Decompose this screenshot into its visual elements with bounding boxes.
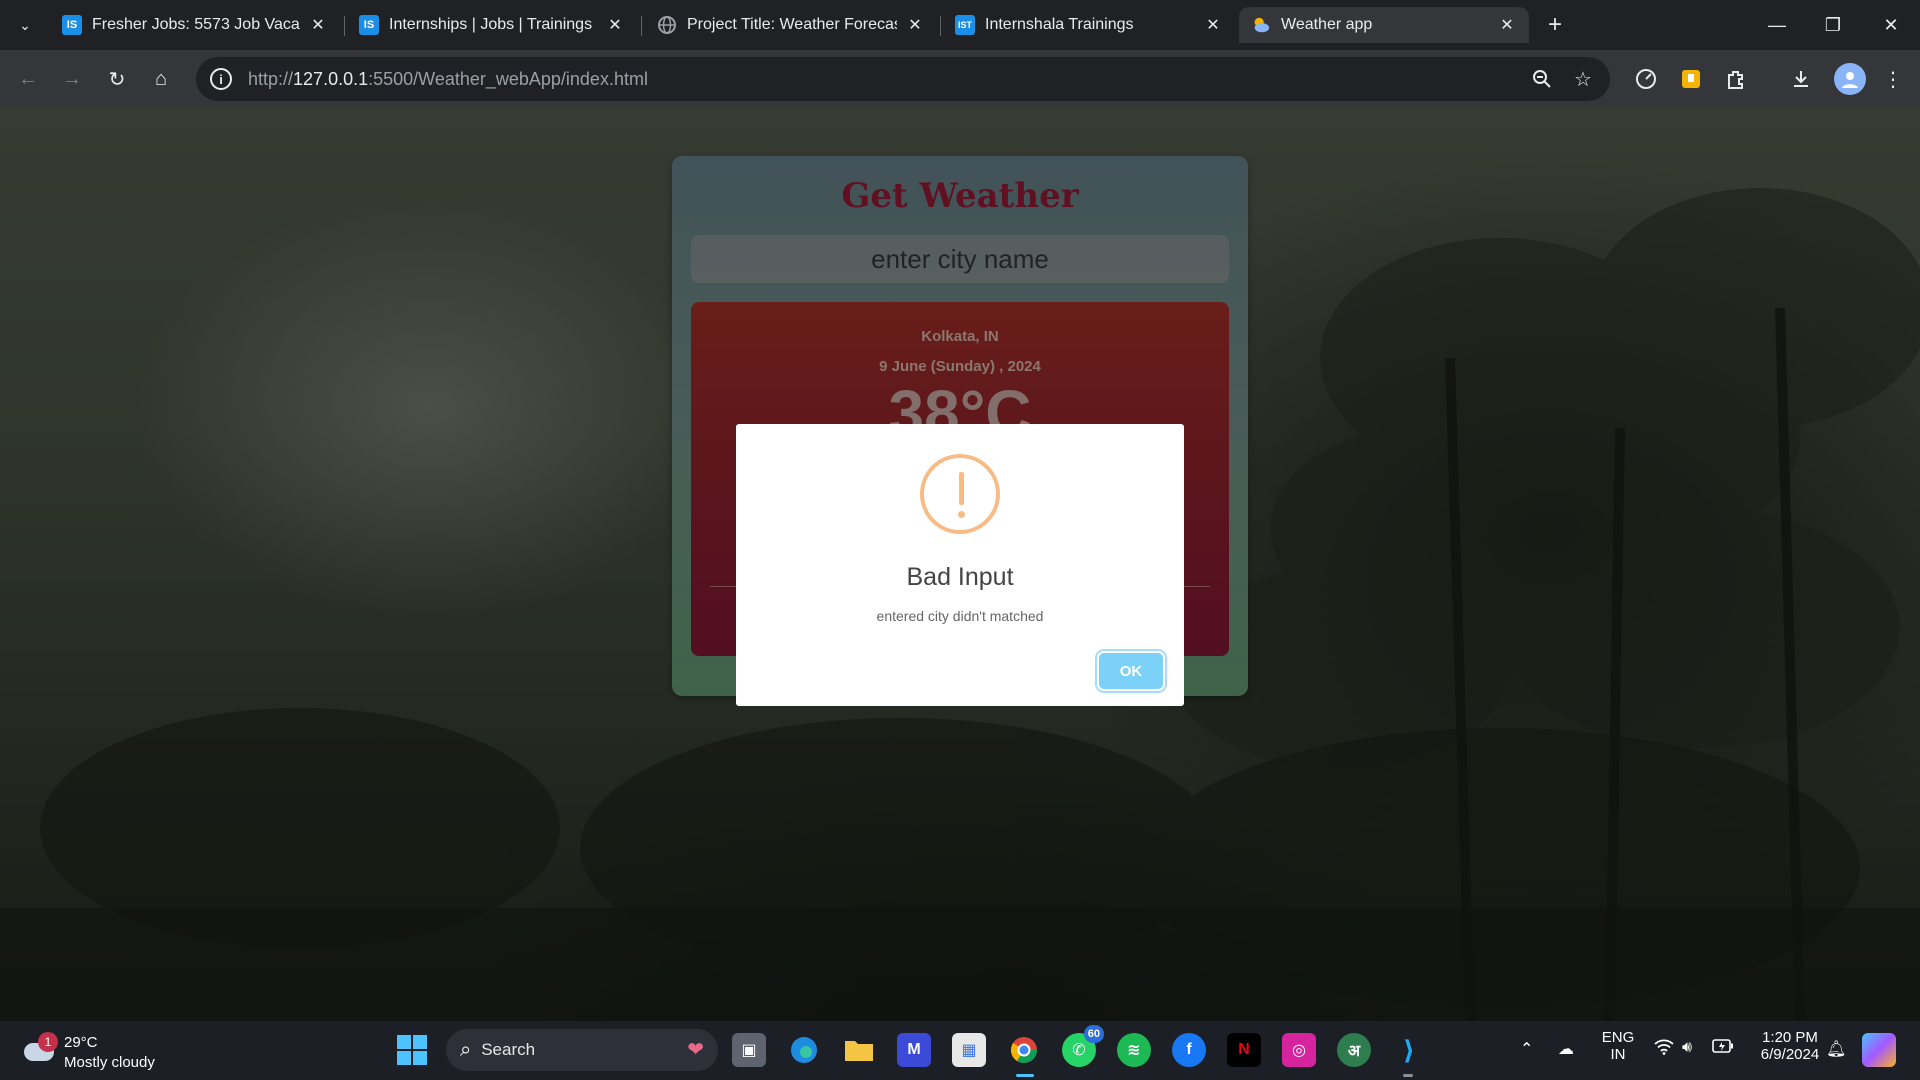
- browser-toolbar: ← → ↻ ⌂ i http://127.0.0.1:5500/Weather_…: [0, 50, 1920, 108]
- active-app-indicator: [1016, 1074, 1034, 1077]
- windows-taskbar: 1 29°C Mostly cloudy ⌕ Search ❤ ▣ M ▦ ✆ …: [0, 1021, 1920, 1080]
- onedrive-icon[interactable]: ☁: [1558, 1039, 1574, 1059]
- tab-title: Fresher Jobs: 5573 Job Vacancies: [92, 16, 300, 33]
- search-icon: ⌕: [460, 1038, 472, 1061]
- weather-icon: [1251, 15, 1271, 35]
- url-path: :5500/Weather_webApp/index.html: [368, 68, 648, 89]
- tab-title: Internshala Trainings: [985, 16, 1134, 33]
- tab-search-chevron-icon[interactable]: ⌄: [12, 12, 38, 38]
- url-host: 127.0.0.1: [293, 68, 369, 89]
- windows-start-icon[interactable]: [397, 1035, 427, 1065]
- microsoft-store-icon[interactable]: ▦: [952, 1033, 986, 1067]
- warning-icon-bar: [959, 472, 964, 505]
- close-tab-icon[interactable]: ✕: [308, 15, 328, 35]
- menu-kebab-icon[interactable]: ⋮: [1880, 66, 1906, 92]
- reload-icon[interactable]: ↻: [101, 63, 133, 95]
- globe-icon: [657, 15, 677, 35]
- battery-icon[interactable]: [1712, 1039, 1734, 1058]
- widget-temperature: 29°C: [64, 1034, 98, 1051]
- zoom-icon[interactable]: [1530, 67, 1554, 91]
- url-text[interactable]: http://127.0.0.1:5500/Weather_webApp/ind…: [248, 69, 648, 90]
- tab-internships[interactable]: IS Internships | Jobs | Trainings & More…: [347, 7, 637, 43]
- file-explorer-icon[interactable]: [842, 1033, 876, 1067]
- clock[interactable]: 1:20 PM 6/9/2024: [1745, 1029, 1835, 1063]
- copilot-icon[interactable]: [1862, 1033, 1896, 1067]
- ok-button[interactable]: OK: [1099, 653, 1163, 689]
- warning-icon-dot: [958, 511, 965, 518]
- extensions-puzzle-icon[interactable]: [1723, 66, 1749, 92]
- search-label: Search: [481, 1040, 536, 1059]
- tab-fresher-jobs[interactable]: IS Fresher Jobs: 5573 Job Vacancies ✕: [50, 7, 340, 43]
- forward-icon[interactable]: →: [56, 63, 88, 95]
- dialog-message: entered city didn't matched: [876, 608, 1044, 624]
- whatsapp-icon[interactable]: ✆ 60: [1062, 1025, 1104, 1067]
- notification-bell-icon[interactable]: 🔔︎: [1826, 1039, 1846, 1059]
- spotify-icon[interactable]: ≋: [1117, 1033, 1151, 1067]
- task-view-icon[interactable]: ▣: [732, 1033, 766, 1067]
- site-info-icon[interactable]: i: [210, 68, 232, 90]
- region-code: IN: [1610, 1046, 1626, 1063]
- netflix-icon[interactable]: N: [1227, 1033, 1261, 1067]
- language-indicator[interactable]: ENG IN: [1596, 1029, 1640, 1063]
- facebook-icon[interactable]: f: [1172, 1033, 1206, 1067]
- app-icon-m[interactable]: M: [897, 1033, 931, 1067]
- close-tab-icon[interactable]: ✕: [905, 15, 925, 35]
- whatsapp-badge: 60: [1083, 1025, 1104, 1043]
- close-tab-icon[interactable]: ✕: [1497, 15, 1517, 35]
- weather-widget[interactable]: 1 29°C Mostly cloudy: [20, 1029, 180, 1073]
- volume-icon[interactable]: 🔊︎: [1682, 1039, 1692, 1057]
- extension-icon[interactable]: [1678, 66, 1704, 92]
- taskbar-search[interactable]: ⌕ Search ❤: [446, 1029, 718, 1071]
- back-icon[interactable]: ←: [12, 63, 44, 95]
- tab-project-title[interactable]: Project Title: Weather Forecast App ✕: [645, 7, 937, 43]
- close-window-icon[interactable]: ✕: [1868, 0, 1914, 50]
- clock-time: 1:20 PM: [1762, 1029, 1818, 1046]
- internshala-trainings-icon: IST: [955, 15, 975, 35]
- address-bar[interactable]: i http://127.0.0.1:5500/Weather_webApp/i…: [196, 57, 1610, 101]
- performance-icon[interactable]: [1633, 66, 1659, 92]
- close-tab-icon[interactable]: ✕: [1203, 15, 1223, 35]
- tab-bar: ⌄ IS Fresher Jobs: 5573 Job Vacancies ✕ …: [0, 0, 1920, 50]
- tab-title: Weather app: [1281, 16, 1373, 33]
- chrome-icon[interactable]: [1007, 1033, 1041, 1067]
- notification-badge: 1: [38, 1032, 58, 1052]
- profile-avatar[interactable]: [1834, 63, 1866, 95]
- wifi-icon[interactable]: [1654, 1039, 1674, 1060]
- tab-internshala-trainings[interactable]: IST Internshala Trainings ✕: [943, 7, 1235, 43]
- alert-dialog: Bad Input entered city didn't matched OK: [736, 424, 1184, 706]
- minimize-icon[interactable]: —: [1754, 0, 1800, 50]
- clock-date: 6/9/2024: [1760, 1046, 1820, 1063]
- internshala-icon: IS: [359, 15, 379, 35]
- tab-title: Project Title: Weather Forecast App: [687, 16, 897, 33]
- running-app-indicator: [1403, 1074, 1413, 1077]
- tab-separator: [641, 16, 642, 36]
- vscode-icon[interactable]: ⟩: [1392, 1033, 1426, 1067]
- page-viewport: Get Weather Kolkata, IN 9 June (Sunday) …: [0, 108, 1920, 1021]
- tab-title: Internships | Jobs | Trainings & More: [389, 16, 597, 33]
- new-tab-icon[interactable]: +: [1541, 11, 1569, 39]
- restore-icon[interactable]: ❐: [1810, 0, 1856, 50]
- tray-overflow-chevron-icon[interactable]: ⌃: [1520, 1039, 1533, 1059]
- internshala-icon: IS: [62, 15, 82, 35]
- url-scheme: http://: [248, 68, 294, 89]
- widget-condition: Mostly cloudy: [64, 1054, 155, 1071]
- bookmark-star-icon[interactable]: ☆: [1571, 67, 1595, 91]
- search-highlight-icon: ❤: [687, 1039, 704, 1061]
- download-icon[interactable]: [1788, 66, 1814, 92]
- edge-icon[interactable]: [787, 1033, 821, 1067]
- app-icon-hindi[interactable]: अ: [1337, 1033, 1371, 1067]
- instagram-icon[interactable]: ◎: [1282, 1033, 1316, 1067]
- dialog-title: Bad Input: [906, 563, 1014, 591]
- tab-weather-app[interactable]: Weather app ✕: [1239, 7, 1529, 43]
- tab-separator: [344, 16, 345, 36]
- tab-separator: [940, 16, 941, 36]
- home-icon[interactable]: ⌂: [145, 63, 177, 95]
- close-tab-icon[interactable]: ✕: [605, 15, 625, 35]
- warning-icon: [920, 454, 1000, 534]
- language-code: ENG: [1601, 1029, 1635, 1046]
